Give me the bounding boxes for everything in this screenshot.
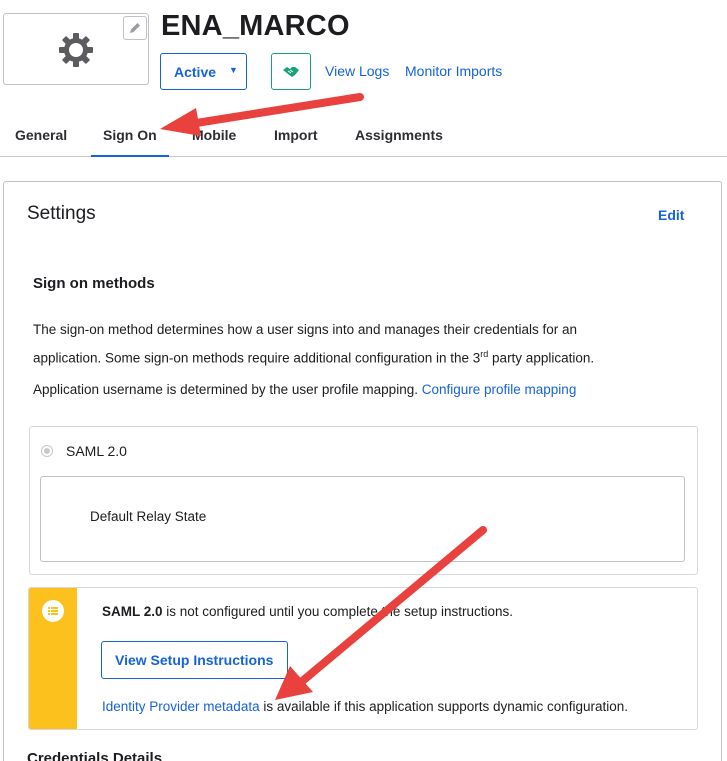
status-label: Active xyxy=(174,64,217,80)
description-line-2-end: party application. xyxy=(488,350,595,366)
view-setup-instructions-button[interactable]: View Setup Instructions xyxy=(101,641,288,679)
metadata-suffix: is available if this application support… xyxy=(259,699,629,714)
username-text: Application username is determined by th… xyxy=(33,382,418,397)
configure-profile-mapping-link[interactable]: Configure profile mapping xyxy=(422,382,577,397)
metadata-message: Identity Provider metadata is available … xyxy=(102,699,628,714)
tab-mobile[interactable]: Mobile xyxy=(192,127,236,143)
status-dropdown[interactable]: Active ▼ xyxy=(160,53,247,90)
relay-state-label: Default Relay State xyxy=(90,509,207,524)
saml-radio[interactable] xyxy=(41,445,53,457)
pencil-icon xyxy=(130,23,140,33)
callout-bold: SAML 2.0 xyxy=(102,604,163,619)
view-logs-link[interactable]: View Logs xyxy=(325,63,389,79)
gear-icon xyxy=(59,33,93,67)
push-groups-button[interactable] xyxy=(271,53,311,90)
callout-message: SAML 2.0 is not configured until you com… xyxy=(102,604,513,619)
identity-provider-metadata-link[interactable]: Identity Provider metadata xyxy=(102,699,260,714)
monitor-imports-link[interactable]: Monitor Imports xyxy=(405,63,502,79)
username-mapping-text: Application username is determined by th… xyxy=(33,378,683,402)
tab-bar: General Sign On Mobile Import Assignment… xyxy=(0,117,727,157)
callout-stripe xyxy=(29,588,77,729)
setup-callout: SAML 2.0 is not configured until you com… xyxy=(28,587,698,730)
edit-logo-button[interactable] xyxy=(123,16,147,40)
callout-text: is not configured until you complete the… xyxy=(162,604,513,619)
tab-general[interactable]: General xyxy=(15,127,67,143)
saml-option-label: SAML 2.0 xyxy=(66,443,127,459)
tab-sign-on[interactable]: Sign On xyxy=(91,127,169,157)
description-line-1: The sign-on method determines how a user… xyxy=(33,322,578,337)
sign-on-description: The sign-on method determines how a user… xyxy=(33,318,683,371)
saml-option-box: SAML 2.0 Default Relay State xyxy=(29,426,698,575)
app-title: ENA_MARCO xyxy=(161,10,350,42)
handshake-icon xyxy=(283,67,299,77)
description-line-2: application. Some sign-on methods requir… xyxy=(33,350,481,366)
relay-state-box: Default Relay State xyxy=(40,476,685,562)
tab-assignments[interactable]: Assignments xyxy=(355,127,443,143)
credentials-details-title: Credentials Details xyxy=(27,750,163,761)
chevron-down-icon: ▼ xyxy=(229,65,238,75)
list-icon xyxy=(42,600,64,622)
edit-settings-link[interactable]: Edit xyxy=(658,207,684,223)
tab-import[interactable]: Import xyxy=(274,127,318,143)
settings-title: Settings xyxy=(27,203,96,224)
setup-button-label: View Setup Instructions xyxy=(115,652,274,668)
sign-on-methods-title: Sign on methods xyxy=(33,275,155,292)
